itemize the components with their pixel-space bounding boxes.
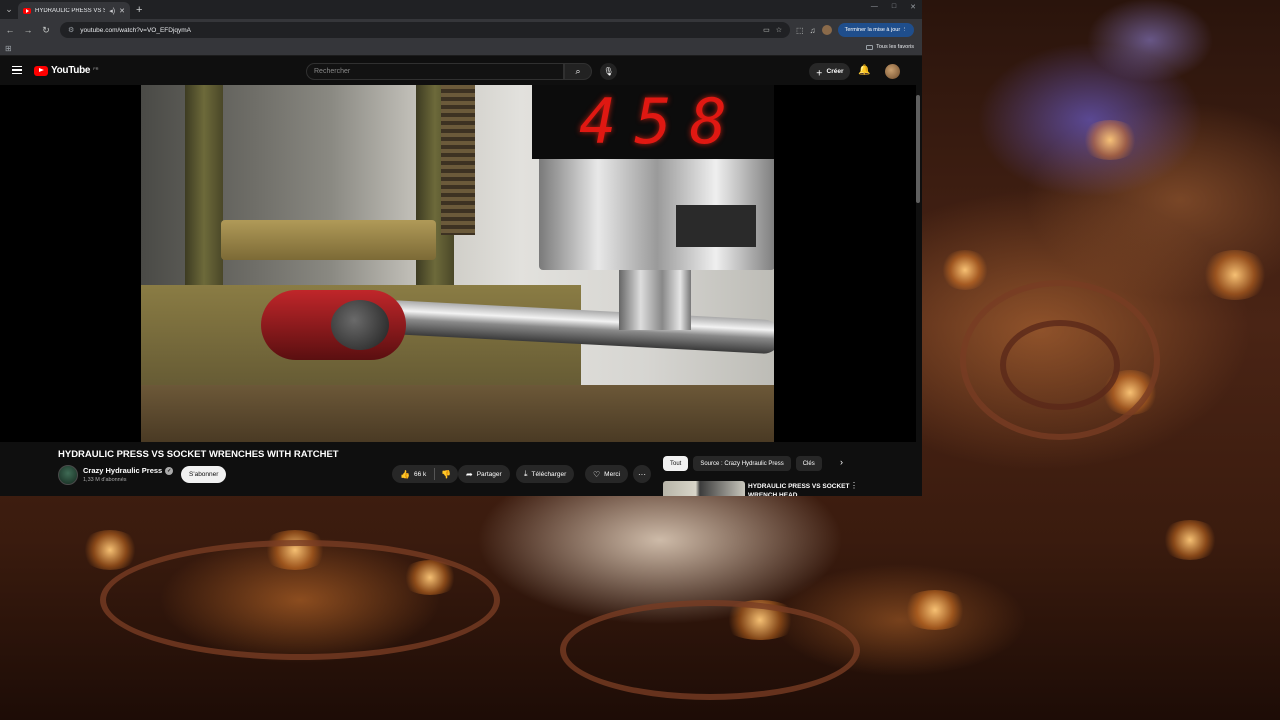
update-button[interactable]: Terminer la mise à jour ⋮ [837, 23, 915, 37]
thanks-button[interactable]: ♡ Merci [585, 465, 629, 483]
account-avatar[interactable] [885, 64, 900, 79]
all-bookmarks-label: Tous les favoris [876, 44, 914, 50]
apps-grid-icon[interactable]: ⊞ [5, 44, 12, 53]
browser-toolbar: ← → ↻ ⚙ youtube.com/watch?v=VO_EFDjqymA … [0, 19, 922, 41]
reload-icon[interactable]: ↻ [40, 25, 52, 36]
youtube-header: YouTube FR Rechercher ⌕ 🎙 ＋ Créer 🔔 [0, 57, 922, 85]
bookmarks-bar: ⊞ Tous les favoris [0, 41, 922, 56]
tab-search-icon[interactable]: ⌄ [0, 0, 18, 19]
search-placeholder: Rechercher [314, 68, 351, 75]
update-button-label: Terminer la mise à jour [844, 27, 901, 33]
press-base-plate [141, 385, 774, 442]
window-controls: — □ ✕ [871, 3, 916, 11]
like-dislike-group: 👍 66 k 👎 [392, 465, 459, 483]
video-frame[interactable]: 458 [141, 85, 774, 442]
back-icon[interactable]: ← [4, 25, 16, 35]
all-bookmarks-button[interactable]: Tous les favoris [866, 44, 914, 50]
youtube-country-code: FR [93, 65, 99, 71]
channel-name-row[interactable]: Crazy Hydraulic Press ✓ [83, 466, 174, 475]
notifications-bell-icon[interactable]: 🔔 [858, 65, 870, 76]
browser-window: ⌄ HYDRAULIC PRESS VS SOCKET WRENCHES WIT… [0, 0, 922, 496]
youtube-play-icon [34, 65, 48, 76]
youtube-favicon-icon [23, 7, 31, 14]
recommendation-more-icon[interactable]: ⋮ [850, 481, 858, 490]
pressure-display: 458 [532, 85, 774, 159]
voice-search-button[interactable]: 🎙 [600, 63, 617, 80]
video-player[interactable]: 458 [0, 85, 920, 442]
microphone-icon: 🎙 [603, 67, 614, 76]
video-title: HYDRAULIC PRESS VS SOCKET WRENCHES WITH … [58, 449, 339, 460]
channel-name: Crazy Hydraulic Press [83, 466, 163, 475]
new-tab-icon[interactable]: + [136, 4, 142, 16]
more-horizontal-icon: ··· [638, 469, 646, 479]
download-label: Télécharger [531, 470, 567, 478]
ratchet-dial [331, 300, 389, 350]
extensions-icon[interactable]: ⬚ [796, 26, 804, 35]
tab-bar: ⌄ HYDRAULIC PRESS VS SOCKET WRENCHES WIT… [0, 0, 922, 19]
thanks-heart-icon: ♡ [593, 469, 601, 479]
like-divider [434, 468, 436, 480]
page-scrollbar[interactable] [916, 95, 920, 203]
filter-chips: Tout Source : Crazy Hydraulic Press Clés [663, 456, 822, 471]
youtube-logo-text: YouTube [51, 65, 91, 76]
chevron-right-icon[interactable]: › [840, 457, 843, 467]
share-button[interactable]: ➦ Partager [458, 465, 510, 483]
folder-icon [866, 44, 874, 50]
chip-source[interactable]: Source : Crazy Hydraulic Press [693, 456, 791, 471]
pressure-display-value: 458 [579, 85, 745, 158]
subscribe-label: S'abonner [189, 471, 219, 478]
thumbs-up-icon[interactable]: 👍 [400, 470, 410, 479]
ram-sticker [676, 205, 756, 247]
youtube-logo[interactable]: YouTube FR [34, 65, 99, 76]
share-label: Partager [476, 470, 502, 478]
cast-icon[interactable]: ▭ [763, 26, 770, 34]
channel-avatar[interactable] [58, 465, 78, 485]
forward-icon[interactable]: → [22, 25, 34, 35]
chip-keys[interactable]: Clés [795, 456, 822, 471]
plus-icon: ＋ [816, 69, 823, 77]
minimize-icon[interactable]: — [871, 3, 878, 11]
address-bar[interactable]: ⚙ youtube.com/watch?v=VO_EFDjqymA ▭ ☆ [60, 22, 790, 38]
more-actions-button[interactable]: ··· [633, 465, 651, 483]
create-button[interactable]: ＋ Créer [809, 63, 851, 80]
search-input[interactable]: Rechercher [306, 63, 564, 80]
press-ram-neck [619, 270, 691, 330]
download-button[interactable]: ⤓ Télécharger [516, 465, 575, 483]
tab-title: HYDRAULIC PRESS VS SOCKET WRENCHES WITH … [35, 7, 106, 14]
search-button[interactable]: ⌕ [564, 63, 592, 80]
profile-avatar-icon[interactable] [821, 25, 832, 35]
recommendation-title[interactable]: HYDRAULIC PRESS VS SOCKET WRENCH HEAD [748, 482, 853, 496]
create-label: Créer [826, 68, 844, 75]
close-window-icon[interactable]: ✕ [910, 3, 916, 11]
maximize-icon[interactable]: □ [892, 3, 896, 11]
subscriber-count: 1,33 M d'abonnés [83, 477, 127, 483]
vise-jaw [221, 220, 436, 260]
thumbs-down-icon[interactable]: 👎 [441, 470, 458, 479]
press-screw [441, 85, 475, 235]
youtube-page: YouTube FR Rechercher ⌕ 🎙 ＋ Créer 🔔 458 … [0, 57, 922, 496]
like-count[interactable]: 66 k [414, 471, 426, 478]
bookmark-star-icon[interactable]: ☆ [776, 26, 782, 34]
search-icon: ⌕ [575, 66, 581, 76]
media-controls-icon[interactable]: ♫ [810, 26, 816, 35]
close-tab-icon[interactable]: ✕ [119, 7, 125, 15]
recommendation-thumbnail[interactable] [663, 481, 745, 496]
site-info-icon[interactable]: ⚙ [68, 26, 74, 34]
verified-check-icon: ✓ [165, 466, 174, 475]
share-arrow-icon: ➦ [466, 469, 473, 479]
subscribe-button[interactable]: S'abonner [181, 466, 227, 483]
download-icon: ⤓ [524, 469, 528, 478]
tab-active[interactable]: HYDRAULIC PRESS VS SOCKET WRENCHES WITH … [18, 2, 130, 19]
url-text: youtube.com/watch?v=VO_EFDjqymA [80, 26, 192, 34]
thanks-label: Merci [604, 470, 621, 478]
chip-all[interactable]: Tout [663, 456, 689, 471]
menu-icon[interactable] [12, 66, 22, 74]
audio-playing-icon[interactable]: ◂) [109, 7, 115, 15]
